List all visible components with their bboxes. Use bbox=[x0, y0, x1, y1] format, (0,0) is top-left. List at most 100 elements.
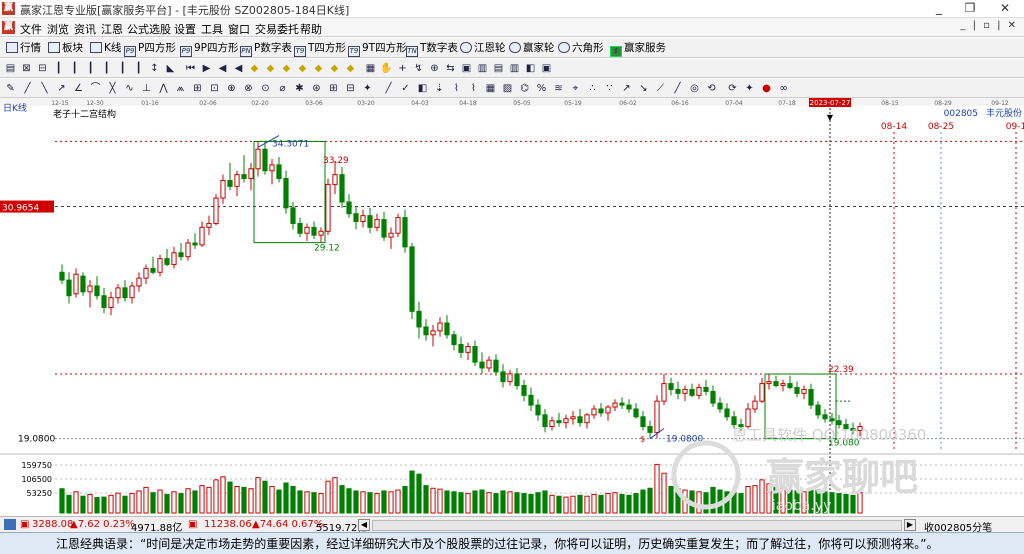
tool2-icon-32[interactable]: ◧ bbox=[524, 62, 537, 75]
tool3-icon-29[interactable]: ▨ bbox=[501, 82, 514, 95]
tool2-icon-33[interactable]: ▣ bbox=[540, 62, 553, 75]
tool3-icon-31[interactable]: % bbox=[535, 82, 548, 95]
tool3-icon-44[interactable]: ● bbox=[760, 82, 773, 95]
toolbar-sectors[interactable]: 板块 bbox=[48, 41, 83, 56]
scroll-left-icon[interactable]: ◀ bbox=[358, 519, 370, 531]
tool3-icon-15[interactable]: ⊙ bbox=[259, 82, 272, 95]
tool3-icon-26[interactable]: ⌇ bbox=[450, 82, 463, 95]
tool2-icon-2[interactable]: ⊟ bbox=[36, 62, 49, 75]
tool2-icon-17[interactable]: ◆ bbox=[280, 62, 293, 75]
tool3-icon-12[interactable]: ⊡ bbox=[208, 82, 221, 95]
tool2-icon-14[interactable]: ◀ bbox=[232, 62, 245, 75]
tool3-icon-16[interactable]: ⌀ bbox=[276, 82, 289, 95]
tool3-icon-34[interactable]: ∴ bbox=[586, 82, 599, 95]
tool3-icon-35[interactable]: ∵ bbox=[603, 82, 616, 95]
tool2-icon-28[interactable]: ▣ bbox=[460, 62, 473, 75]
tool2-icon-22[interactable]: ▦ bbox=[364, 62, 377, 75]
tool2-icon-7[interactable]: ┃ bbox=[116, 62, 129, 75]
toolbar-p-table[interactable]: PN P数字表 bbox=[240, 41, 292, 57]
tool3-icon-3[interactable]: ↗ bbox=[55, 82, 68, 95]
tool3-icon-21[interactable]: ✦ bbox=[361, 82, 374, 95]
toolbar-winner-wheel[interactable]: 赢家轮 bbox=[509, 41, 555, 56]
tool2-icon-25[interactable]: ↯ bbox=[412, 62, 425, 75]
tool2-icon-20[interactable]: ◆ bbox=[328, 62, 341, 75]
tool3-icon-43[interactable]: ✦ bbox=[743, 82, 756, 95]
tool2-icon-12[interactable]: ▶ bbox=[200, 62, 213, 75]
tool3-icon-33[interactable]: ⌖ bbox=[569, 82, 582, 95]
tool3-icon-41[interactable]: ⟲ bbox=[705, 82, 718, 95]
menu-gann[interactable]: 江恩 bbox=[101, 21, 123, 37]
tool3-icon-11[interactable]: ⊞ bbox=[191, 82, 204, 95]
toolbar-t-square[interactable]: T9 T四方形 bbox=[294, 41, 346, 57]
tool3-icon-27[interactable]: ⌇ bbox=[467, 82, 480, 95]
tool3-icon-39[interactable]: ╱ bbox=[671, 82, 684, 95]
tool2-icon-18[interactable]: ◆ bbox=[296, 62, 309, 75]
tool3-icon-37[interactable]: ↘ bbox=[637, 82, 650, 95]
tool2-icon-23[interactable]: ✋ bbox=[380, 62, 393, 75]
menu-browse[interactable]: 浏览 bbox=[47, 21, 69, 37]
tool2-icon-11[interactable]: ⏮ bbox=[184, 62, 197, 75]
menu-tools[interactable]: 工具 bbox=[201, 21, 223, 37]
toolbar-quotes[interactable]: 行情 bbox=[6, 41, 41, 56]
tool2-icon-27[interactable]: ⇆ bbox=[444, 62, 457, 75]
tool2-icon-26[interactable]: ⊕ bbox=[428, 62, 441, 75]
tool2-icon-3[interactable]: ┃ bbox=[52, 62, 65, 75]
tool3-icon-5[interactable]: ⌒ bbox=[89, 82, 102, 95]
tool3-icon-38[interactable]: ⟋ bbox=[654, 82, 667, 95]
tool2-icon-15[interactable]: ◆ bbox=[248, 62, 261, 75]
close-button[interactable]: ✕ bbox=[990, 0, 1020, 17]
status-grid-icon[interactable] bbox=[4, 519, 16, 530]
tool3-icon-14[interactable]: ⊗ bbox=[242, 82, 255, 95]
toolbar-gann-wheel[interactable]: 江恩轮 bbox=[460, 41, 506, 56]
tool3-icon-20[interactable]: ⊟ bbox=[344, 82, 357, 95]
tool3-icon-22[interactable]: ╱ bbox=[382, 82, 395, 95]
maximize-button[interactable]: ❐ bbox=[955, 0, 985, 17]
menu-file[interactable]: 文件 bbox=[20, 21, 42, 37]
tool3-icon-24[interactable]: ◧ bbox=[416, 82, 429, 95]
tool3-icon-8[interactable]: ⊥ bbox=[140, 82, 153, 95]
tool3-icon-32[interactable]: ≋ bbox=[552, 82, 565, 95]
tool3-icon-7[interactable]: ∿ bbox=[123, 82, 136, 95]
tool2-icon-1[interactable]: ⊠ bbox=[20, 62, 33, 75]
tool3-icon-13[interactable]: ⊕ bbox=[225, 82, 238, 95]
tool2-icon-10[interactable]: ◣ bbox=[164, 62, 177, 75]
menu-formula[interactable]: 公式选股 bbox=[127, 21, 171, 37]
toolbar-hexagon[interactable]: 六角形 bbox=[558, 41, 604, 56]
tool3-icon-6[interactable]: ╳ bbox=[106, 82, 119, 95]
tool3-icon-36[interactable]: ↗ bbox=[620, 82, 633, 95]
toolbar-p-square[interactable]: P9 P四方形 bbox=[124, 41, 176, 57]
tool3-icon-19[interactable]: ⊞ bbox=[327, 82, 340, 95]
menu-settings[interactable]: 设置 bbox=[174, 21, 196, 37]
status-scrollbar[interactable] bbox=[372, 520, 902, 531]
tool3-icon-42[interactable]: ⟳ bbox=[726, 82, 739, 95]
tool3-icon-1[interactable]: ╱ bbox=[21, 82, 34, 95]
tool3-icon-45[interactable]: ∞ bbox=[777, 82, 790, 95]
tool3-icon-10[interactable]: ⩕ bbox=[174, 82, 187, 95]
tool2-icon-13[interactable]: ◀ bbox=[216, 62, 229, 75]
tool2-icon-30[interactable]: ▤ bbox=[492, 62, 505, 75]
toolbar-9t-square[interactable]: T9 9T四方形 bbox=[348, 41, 407, 57]
menu-help[interactable]: 帮助 bbox=[300, 21, 322, 37]
tool2-icon-31[interactable]: ▥ bbox=[508, 62, 521, 75]
tool2-icon-0[interactable]: ▤ bbox=[4, 62, 17, 75]
toolbar-t-table[interactable]: TN T数字表 bbox=[406, 41, 458, 57]
mdi-window-controls[interactable]: _ | ▫ | ✕ bbox=[960, 20, 1018, 31]
tool2-icon-4[interactable]: ┃ bbox=[68, 62, 81, 75]
toolbar-kline[interactable]: K线 bbox=[90, 41, 121, 56]
tool2-icon-19[interactable]: ◆ bbox=[312, 62, 325, 75]
tool2-icon-5[interactable]: ┃ bbox=[84, 62, 97, 75]
tool2-icon-29[interactable]: ▥ bbox=[476, 62, 489, 75]
tool3-icon-25[interactable]: ⇣ bbox=[433, 82, 446, 95]
tool3-icon-9[interactable]: ⋀ bbox=[157, 82, 170, 95]
tool3-icon-40[interactable]: ◎ bbox=[688, 82, 701, 95]
chart-svg[interactable]: 12-15 12-30 01-16 02-06 02-20 03-06 03-20 04-03… bbox=[0, 98, 1024, 516]
tool2-icon-6[interactable]: ┃ bbox=[100, 62, 113, 75]
menu-window[interactable]: 窗口 bbox=[228, 21, 250, 37]
tool3-icon-18[interactable]: ⊛ bbox=[310, 82, 323, 95]
menu-trade[interactable]: 交易委托 bbox=[255, 21, 299, 37]
tool2-icon-9[interactable]: ↕ bbox=[148, 62, 161, 75]
kline-chart[interactable]: 12-15 12-30 01-16 02-06 02-20 03-06 03-20 04-03… bbox=[0, 98, 1024, 516]
tool3-icon-30[interactable]: ⌬ bbox=[518, 82, 531, 95]
toolbar-service[interactable]: $ 赢家服务 bbox=[610, 41, 666, 57]
tool2-icon-8[interactable]: ┃ bbox=[132, 62, 145, 75]
